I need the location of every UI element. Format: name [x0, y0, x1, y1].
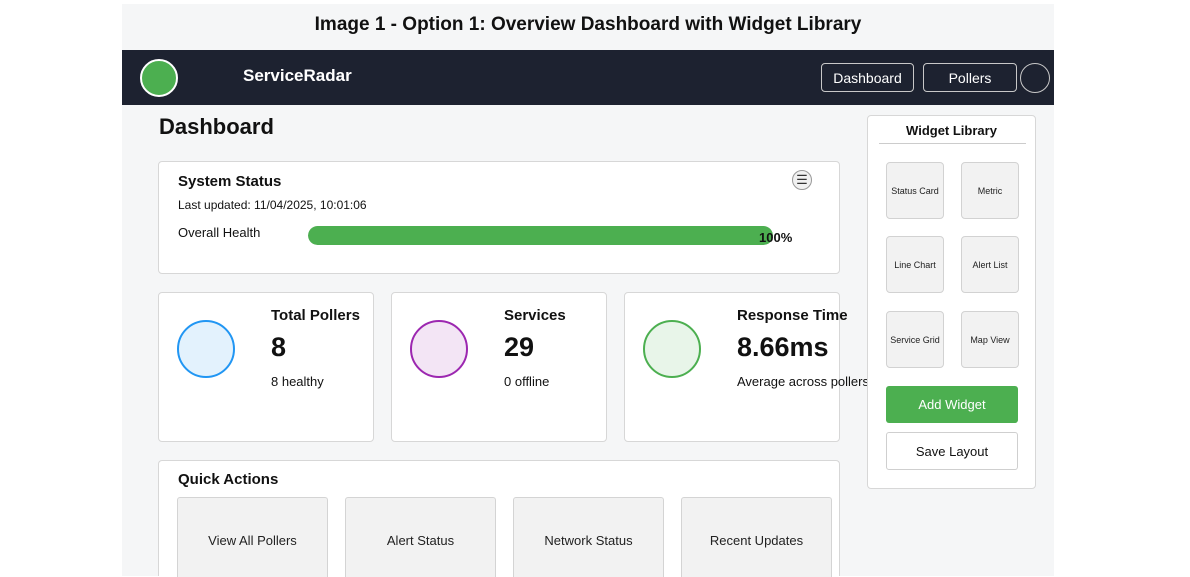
widget-map-view[interactable]: Map View: [961, 311, 1019, 368]
widget-status-card[interactable]: Status Card: [886, 162, 944, 219]
metric-title: Total Pollers: [271, 307, 360, 324]
quick-actions-card: Quick Actions View All Pollers Alert Sta…: [158, 460, 840, 577]
nav-dashboard-button[interactable]: Dashboard: [821, 63, 914, 92]
metric-title: Response Time: [737, 307, 848, 324]
metric-value: 29: [504, 332, 535, 362]
widget-line-chart[interactable]: Line Chart: [886, 236, 944, 293]
health-percent-value: 100%: [759, 230, 793, 245]
widget-service-grid[interactable]: Service Grid: [886, 311, 944, 368]
view-all-pollers-button[interactable]: View All Pollers: [177, 497, 328, 577]
quick-actions-title: Quick Actions: [178, 471, 279, 488]
services-card[interactable]: Services 29 0 offline: [391, 292, 607, 442]
widget-metric[interactable]: Metric: [961, 162, 1019, 219]
overall-health-label: Overall Health: [178, 225, 261, 240]
metric-value: 8: [271, 332, 287, 362]
image-caption: Image 1 - Option 1: Overview Dashboard w…: [122, 4, 1054, 50]
last-updated-text: Last updated: 11/04/2025, 10:01:06: [178, 198, 367, 212]
metric-value: 8.66ms: [737, 332, 829, 362]
health-progress-bar: [308, 226, 773, 245]
logo-icon[interactable]: [140, 59, 178, 97]
metric-subtext: 0 offline: [504, 374, 550, 389]
widget-alert-list[interactable]: Alert List: [961, 236, 1019, 293]
system-status-card: System Status Last updated: 11/04/2025, …: [158, 161, 840, 274]
hamburger-menu-icon[interactable]: ☰: [792, 170, 812, 190]
services-circle-icon: [410, 320, 468, 378]
response-time-circle-icon: [643, 320, 701, 378]
add-widget-button[interactable]: Add Widget: [886, 386, 1018, 423]
metric-subtext: Average across pollers: [737, 374, 869, 389]
nav-pollers-button[interactable]: Pollers: [923, 63, 1017, 92]
widget-library-panel: Widget Library Status Card Metric Line C…: [867, 115, 1036, 489]
system-status-title: System Status: [178, 173, 282, 190]
metric-title: Services: [504, 307, 566, 324]
widget-library-title: Widget Library: [906, 123, 997, 138]
user-avatar-icon[interactable]: [1020, 63, 1050, 93]
recent-updates-button[interactable]: Recent Updates: [681, 497, 832, 577]
metric-subtext: 8 healthy: [271, 374, 324, 389]
health-progress-fill: [308, 226, 773, 245]
divider: [879, 143, 1026, 144]
brand-name: ServiceRadar: [243, 66, 352, 85]
pollers-circle-icon: [177, 320, 235, 378]
alert-status-button[interactable]: Alert Status: [345, 497, 496, 577]
save-layout-button[interactable]: Save Layout: [886, 432, 1018, 470]
network-status-button[interactable]: Network Status: [513, 497, 664, 577]
response-time-card[interactable]: Response Time 8.66ms Average across poll…: [624, 292, 869, 442]
total-pollers-card[interactable]: Total Pollers 8 8 healthy: [158, 292, 374, 442]
page-title: Dashboard: [159, 114, 274, 139]
